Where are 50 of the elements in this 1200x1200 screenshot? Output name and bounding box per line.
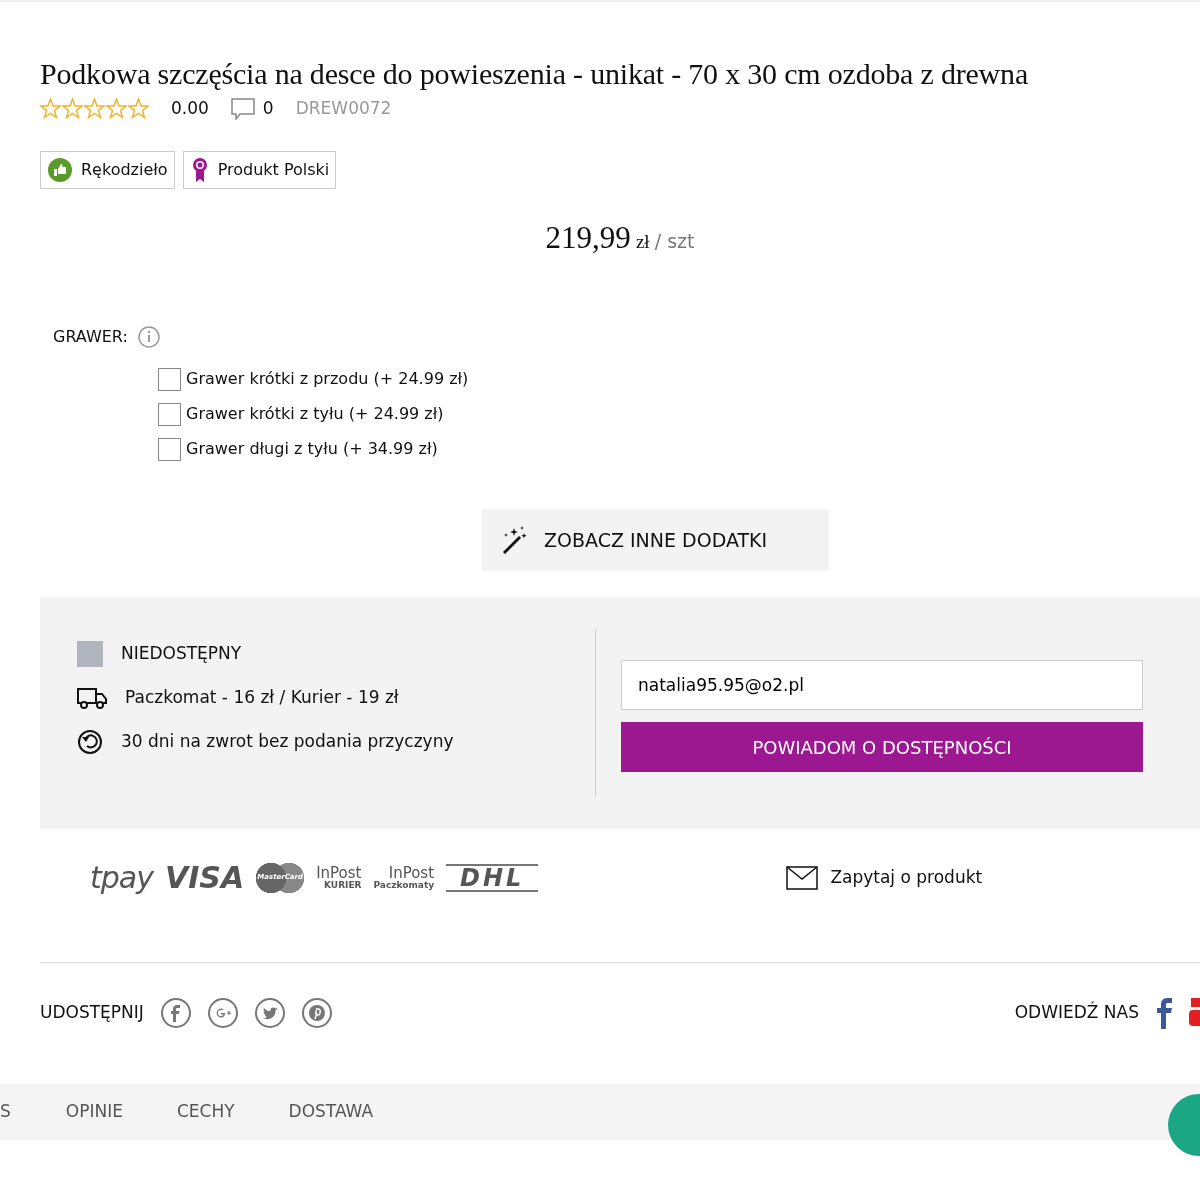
info-icon bbox=[137, 326, 160, 348]
checkbox[interactable] bbox=[158, 367, 181, 391]
share-label: UDOSTĘPNIJ bbox=[40, 1001, 144, 1025]
star-icon bbox=[40, 98, 61, 120]
price-unit: / szt bbox=[654, 229, 695, 252]
availability-status: NIEDOSTĘPNY bbox=[121, 642, 242, 666]
product-title: Podkowa szczęścia na desce do powieszenia - unikat - 70 x 30 cm ozdoba z drewna bbox=[40, 56, 1029, 92]
price-amount: 219,99 bbox=[545, 219, 631, 255]
inpost-logo: InPost KURIER bbox=[316, 865, 362, 890]
inpost-logo: InPost Paczkomaty bbox=[373, 865, 435, 890]
tpay-logo: tpay bbox=[90, 859, 153, 897]
notify-button[interactable]: POWIADOM O DOSTĘPNOŚCI bbox=[621, 722, 1143, 772]
option-label: Grawer krótki z tyłu (+ 24.99 zł) bbox=[186, 403, 444, 425]
ask-link[interactable]: Zapytaj o produkt bbox=[786, 864, 983, 891]
star-icon bbox=[106, 98, 127, 120]
engraving-label: GRAWER: bbox=[53, 326, 128, 348]
truck-icon bbox=[77, 685, 107, 710]
comment-icon bbox=[230, 97, 255, 120]
returns-info: 30 dni na zwrot bez podania przyczyny bbox=[121, 729, 454, 753]
visa-logo: VISA bbox=[164, 859, 245, 897]
tab[interactable]: OPINIE bbox=[65, 1099, 123, 1125]
visit-label: ODWIEDŹ NAS bbox=[1014, 1000, 1139, 1025]
comment-count: 0 bbox=[262, 97, 274, 120]
star-icon bbox=[84, 98, 105, 120]
facebook-icon[interactable] bbox=[160, 998, 191, 1028]
email-field[interactable]: natalia95.95@o2.pl bbox=[621, 660, 1143, 710]
google-plus-icon[interactable] bbox=[207, 998, 238, 1028]
tab[interactable]: CECHY bbox=[176, 1099, 235, 1125]
status-square-icon bbox=[77, 641, 103, 667]
dhl-logo: DHL bbox=[446, 863, 539, 892]
thumbs-up-icon bbox=[47, 156, 73, 183]
badge-label: Rękodzieło bbox=[81, 158, 168, 181]
envelope-icon bbox=[786, 865, 819, 890]
pinterest-icon[interactable] bbox=[301, 998, 332, 1028]
checkbox[interactable] bbox=[158, 437, 181, 461]
option-label: Grawer krótki z przodu (+ 24.99 zł) bbox=[186, 368, 469, 390]
price-currency: zł bbox=[635, 230, 650, 252]
checkbox[interactable] bbox=[158, 402, 181, 426]
tab[interactable]: S bbox=[0, 1099, 11, 1125]
star-icon bbox=[62, 98, 83, 120]
bird-icon[interactable] bbox=[254, 998, 285, 1028]
addons-button[interactable]: ZOBACZ INNE DODATKI bbox=[482, 509, 829, 571]
badge-label: Produkt Polski bbox=[217, 158, 330, 181]
facebook-link[interactable] bbox=[1155, 997, 1173, 1029]
product-code: DREW0072 bbox=[295, 97, 392, 120]
tab[interactable]: DOSTAWA bbox=[288, 1099, 374, 1125]
option-label: Grawer długi z tyłu (+ 34.99 zł) bbox=[186, 438, 438, 460]
star-icon bbox=[128, 98, 149, 120]
rating-value: 0.00 bbox=[171, 97, 209, 120]
shipping-info: Paczkomat - 16 zł / Kurier - 19 zł bbox=[125, 686, 399, 709]
